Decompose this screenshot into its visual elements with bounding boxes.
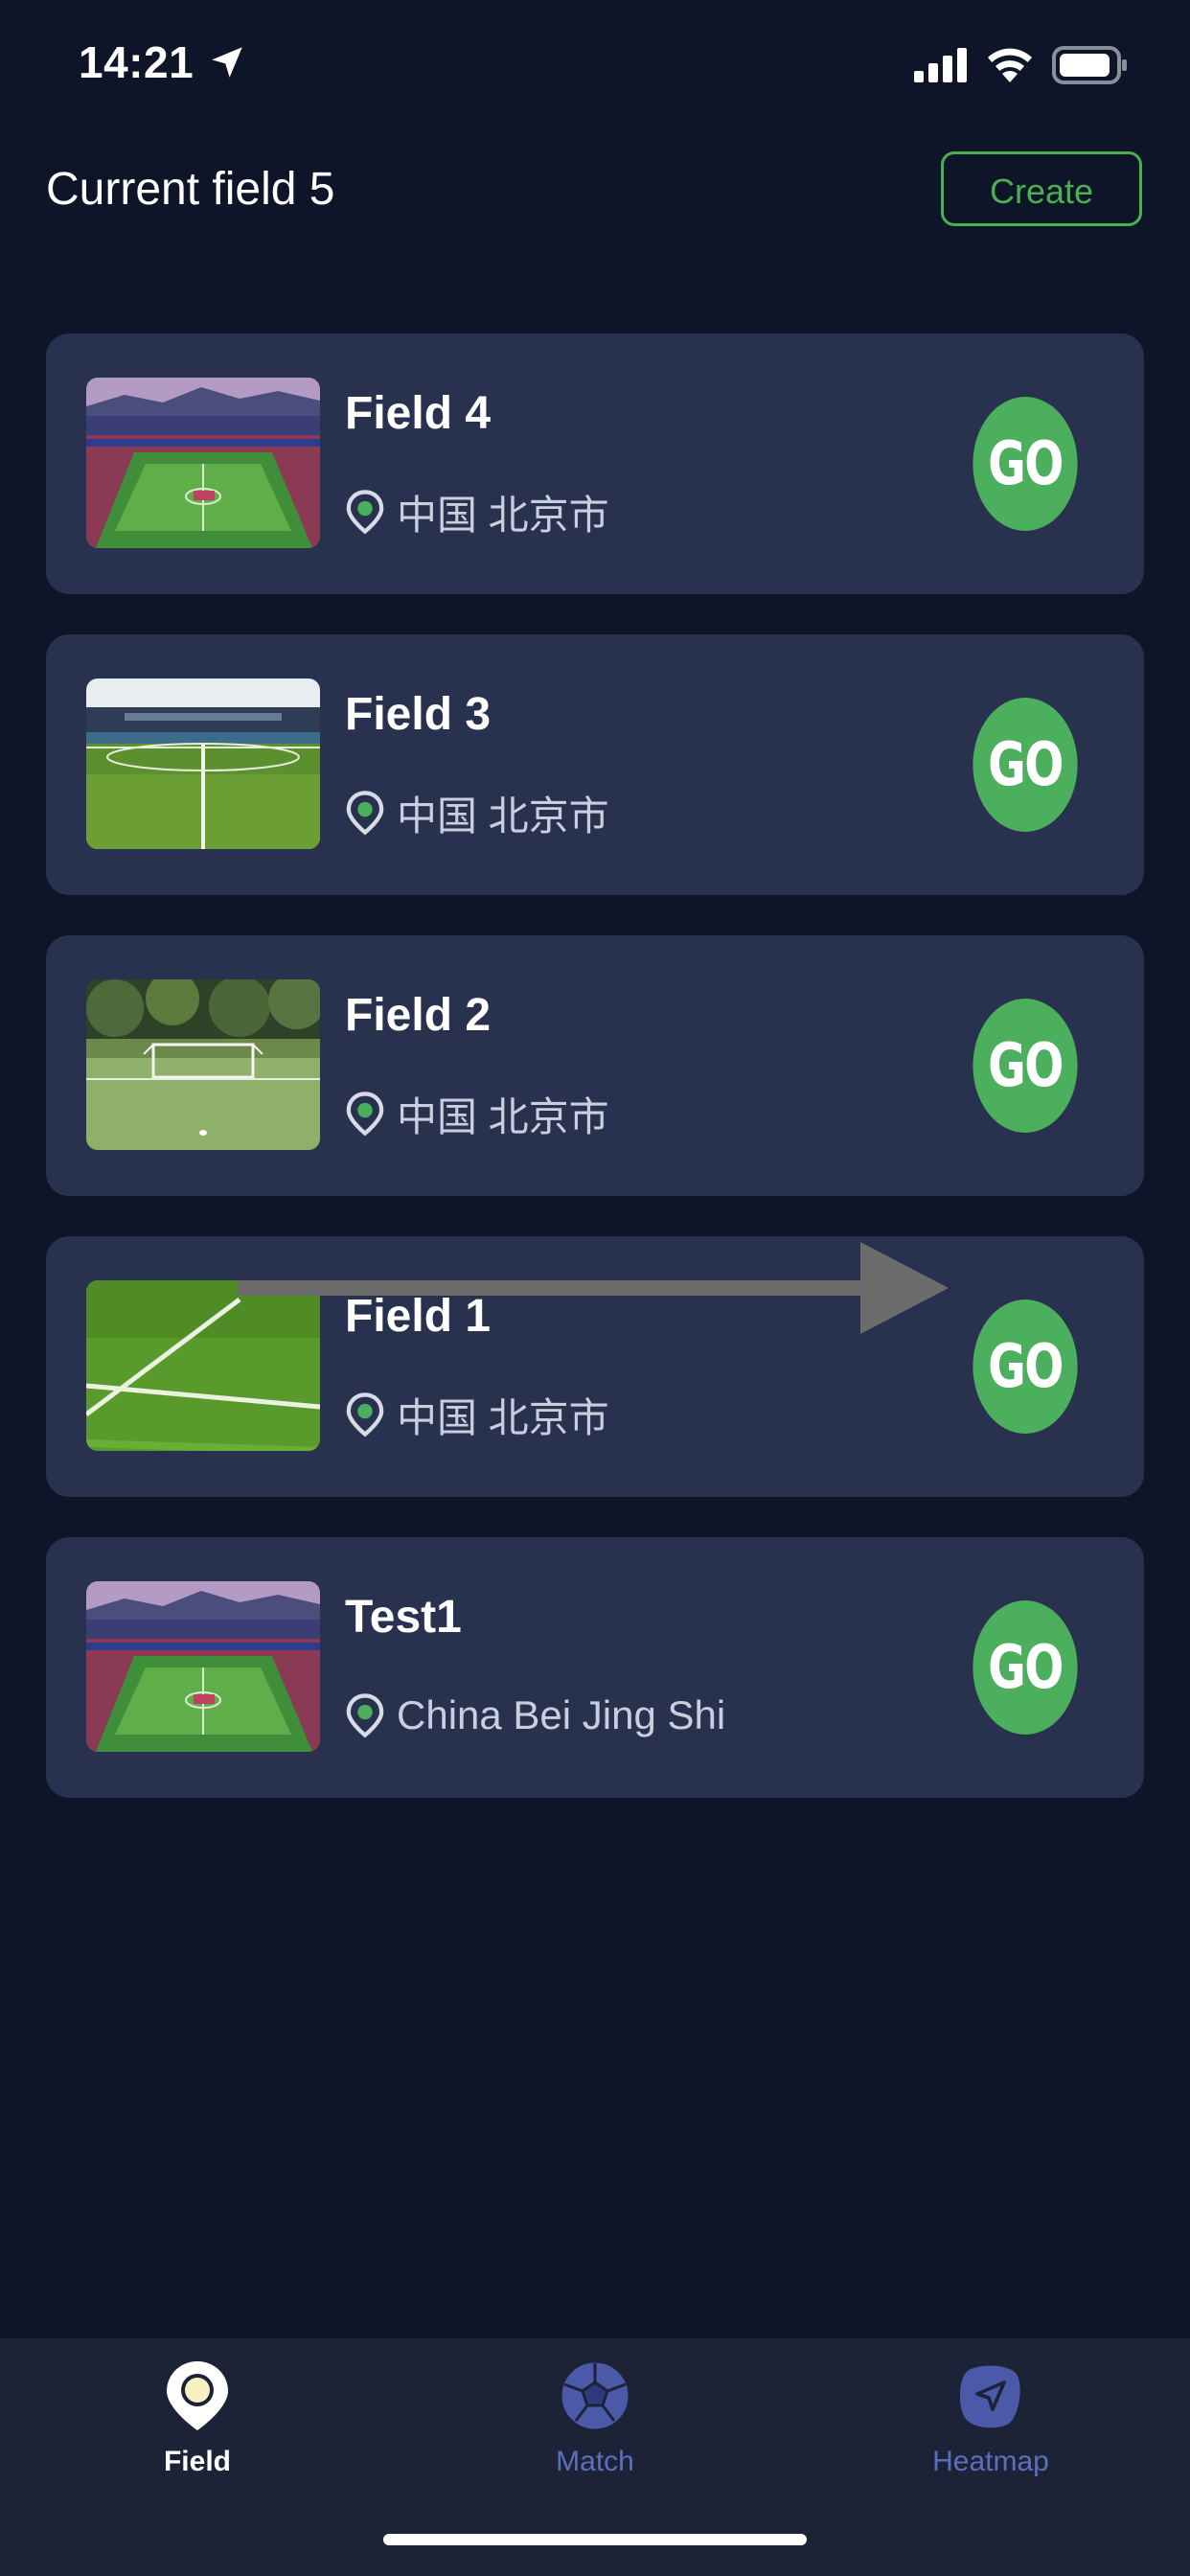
tab-label: Field: [163, 2446, 231, 2477]
field-location-text: 中国 北京市: [397, 793, 609, 839]
field-location-text: 中国 北京市: [397, 492, 609, 538]
go-button[interactable]: GO: [973, 698, 1078, 832]
field-thumbnail: [86, 1581, 320, 1752]
location-pin-icon: [346, 1693, 384, 1738]
soccer-ball-icon: [559, 2359, 631, 2432]
create-button[interactable]: Create: [941, 151, 1142, 226]
wifi-icon: [988, 48, 1032, 82]
tab-field[interactable]: Field: [82, 2358, 312, 2478]
field-thumbnail: [86, 1280, 320, 1451]
field-card[interactable]: Field 1 中国 北京市 GO: [46, 1236, 1144, 1497]
turf-lines-image: [86, 1280, 320, 1451]
field-name: Test1: [345, 1592, 462, 1643]
location-pin-icon: [346, 791, 384, 836]
go-button[interactable]: GO: [973, 1600, 1078, 1735]
location-arrow-icon: [212, 47, 242, 78]
page-title: Current field 5: [46, 164, 335, 215]
go-button[interactable]: GO: [973, 999, 1078, 1133]
field-thumbnail: [86, 378, 320, 548]
go-button[interactable]: GO: [973, 397, 1078, 531]
battery-icon: [1052, 46, 1127, 84]
stadium-aerial-image: [86, 378, 320, 548]
stadium-aerial-image: [86, 1581, 320, 1752]
field-location: 中国 北京市: [345, 487, 609, 538]
field-location: 中国 北京市: [345, 1390, 609, 1440]
field-location: China Bei Jing Shi: [345, 1690, 725, 1740]
field-name: Field 3: [345, 689, 492, 740]
field-thumbnail: [86, 678, 320, 849]
tab-label: Heatmap: [932, 2446, 1049, 2477]
field-thumbnail: [86, 979, 320, 1150]
field-card[interactable]: Field 3 中国 北京市 GO: [46, 634, 1144, 895]
location-pin-icon: [346, 490, 384, 535]
field-name: Field 4: [345, 388, 492, 439]
status-bar: 14:21: [0, 0, 1190, 134]
tab-label: Match: [556, 2446, 634, 2477]
location-pin-icon: [346, 1392, 384, 1438]
location-pin-icon: [167, 2361, 228, 2430]
field-location-text: 中国 北京市: [397, 1093, 609, 1139]
field-list: Field 4 中国 北京市 GO Field 3 中国 北京市 GO Fiel…: [46, 334, 1144, 1838]
field-list-screen: 14:21 Current field 5 Create Field 4 中国 …: [0, 0, 1190, 2576]
field-card[interactable]: Test1 China Bei Jing Shi GO: [46, 1537, 1144, 1798]
field-name: Field 2: [345, 990, 492, 1041]
field-location-text: 中国 北京市: [397, 1394, 609, 1440]
go-button[interactable]: GO: [973, 1300, 1078, 1434]
tab-heatmap[interactable]: Heatmap: [876, 2358, 1106, 2478]
field-name: Field 1: [345, 1291, 492, 1342]
field-location: 中国 北京市: [345, 788, 609, 839]
signal-icon: [914, 48, 967, 82]
stadium-pitch-image: [86, 678, 320, 849]
status-time: 14:21: [79, 37, 195, 87]
field-location: 中国 北京市: [345, 1089, 609, 1139]
field-location-text: China Bei Jing Shi: [397, 1692, 726, 1737]
home-indicator[interactable]: [383, 2534, 807, 2545]
navigation-arrow-icon: [957, 2362, 1023, 2431]
location-pin-icon: [346, 1092, 384, 1137]
field-card[interactable]: Field 2 中国 北京市 GO: [46, 935, 1144, 1196]
tab-match[interactable]: Match: [480, 2358, 710, 2478]
field-card[interactable]: Field 4 中国 北京市 GO: [46, 334, 1144, 594]
goal-field-image: [86, 979, 320, 1150]
